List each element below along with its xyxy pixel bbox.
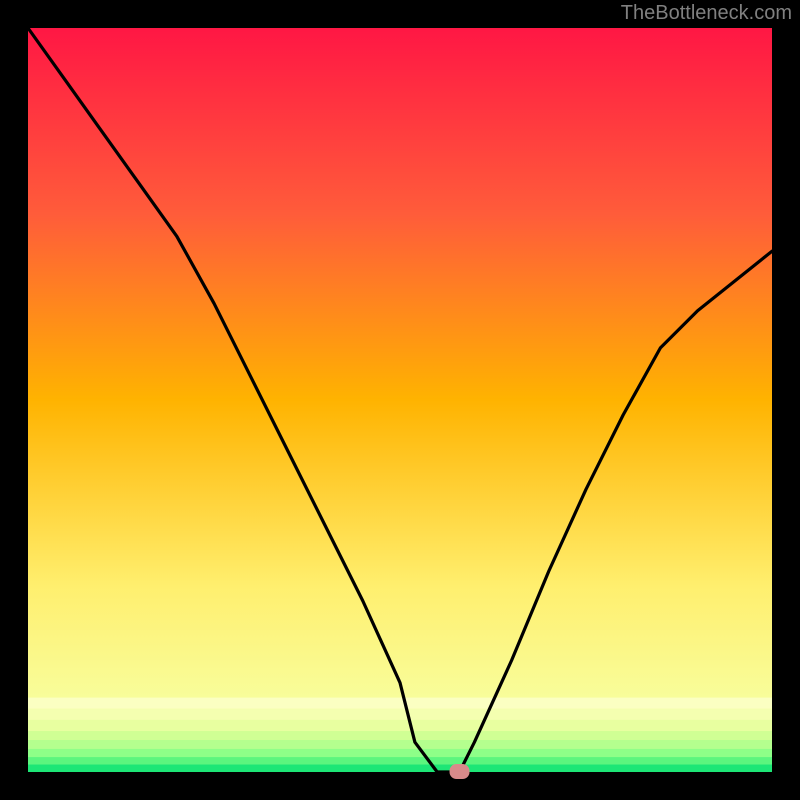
bottleneck-chart: TheBottleneck.com — [0, 0, 800, 800]
watermark-text: TheBottleneck.com — [621, 2, 792, 25]
chart-canvas — [0, 0, 800, 800]
optimal-marker — [450, 764, 470, 779]
